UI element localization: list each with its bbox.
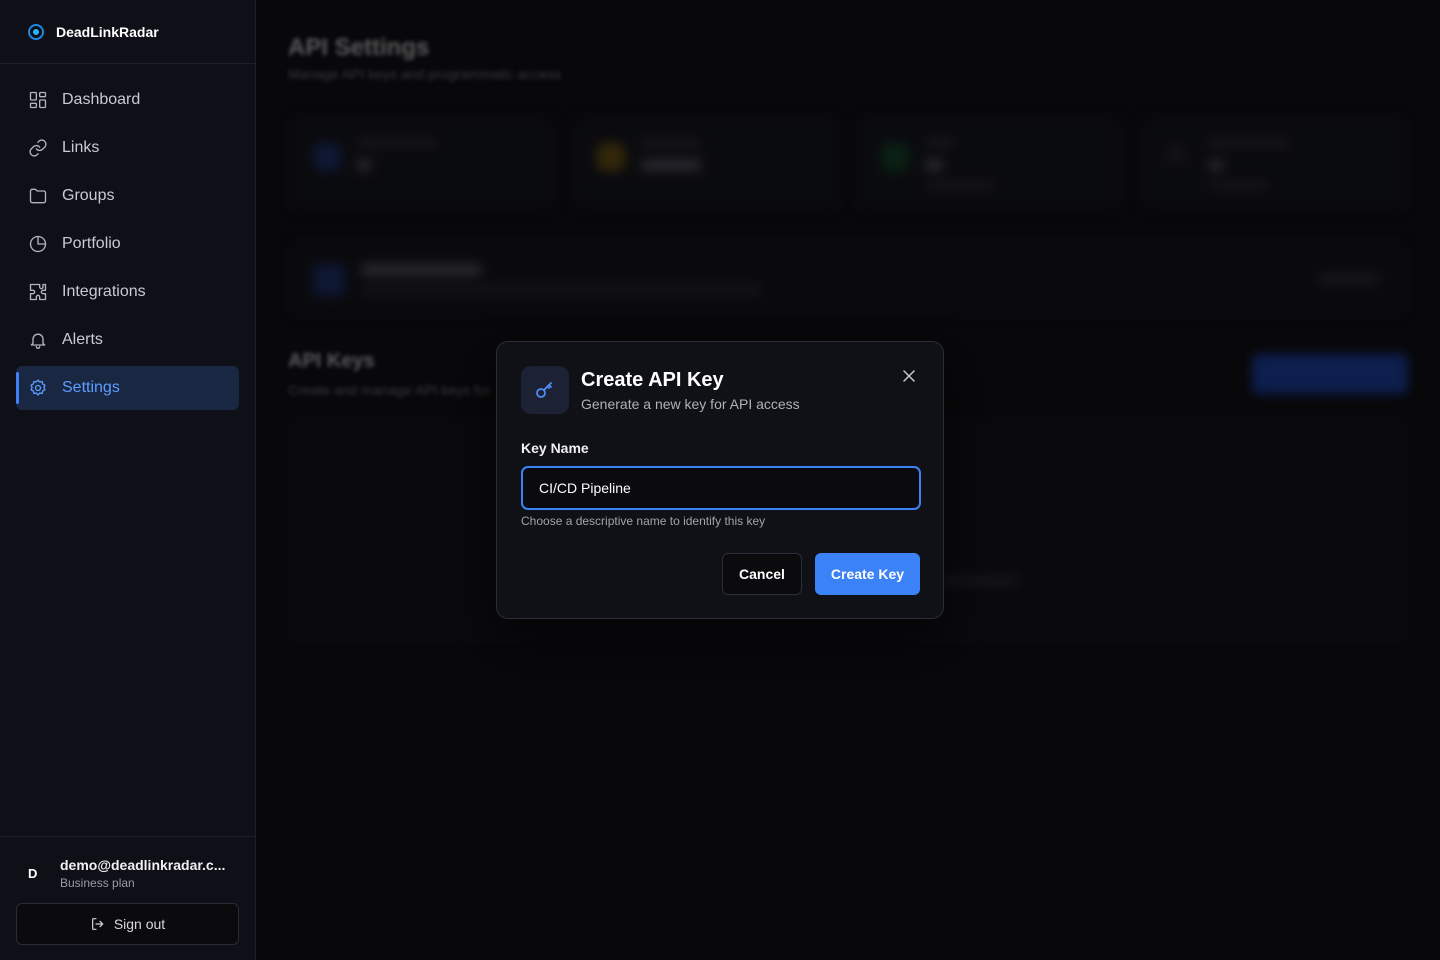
sidebar-item-links[interactable]: Links [16, 126, 239, 170]
bell-icon [30, 333, 46, 349]
user-plan: Business plan [60, 875, 135, 890]
brand-name: DeadLinkRadar [56, 23, 159, 40]
brand[interactable]: DeadLinkRadar [0, 0, 255, 64]
sidebar-item-settings[interactable]: Settings [16, 366, 239, 410]
grid-icon [29, 91, 47, 109]
cancel-button[interactable]: Cancel [722, 553, 802, 595]
puzzle-icon [29, 283, 47, 301]
create-key-button[interactable]: Create Key [815, 553, 920, 595]
create-api-key-dialog: Create API Key Generate a new key for AP… [496, 341, 944, 619]
sidebar-item-groups[interactable]: Groups [16, 174, 239, 218]
radar-icon [28, 23, 44, 40]
sidebar-item-integrations[interactable]: Integrations [16, 270, 239, 314]
dialog-subtitle: Generate a new key for API access [581, 396, 800, 412]
key-name-help: Choose a descriptive name to identify th… [521, 514, 766, 528]
sidebar-item-alerts[interactable]: Alerts [16, 318, 239, 362]
key-name-input[interactable] [521, 466, 921, 510]
user-panel: D demo@deadlinkradar.c... Business plan … [0, 836, 255, 960]
sidebar-nav: Dashboard Links Groups Portfolio Integra… [0, 64, 255, 410]
sidebar-item-label: Groups [62, 187, 115, 204]
sidebar-item-label: Alerts [62, 331, 103, 348]
close-icon [903, 370, 915, 382]
sidebar-item-dashboard[interactable]: Dashboard [16, 78, 239, 122]
link-icon [29, 139, 47, 157]
user-info[interactable]: D demo@deadlinkradar.c... Business plan [16, 853, 239, 893]
dialog-title: Create API Key [581, 369, 724, 391]
sidebar: DeadLinkRadar Dashboard Links Groups Por… [0, 0, 256, 960]
key-name-label: Key Name [521, 440, 589, 456]
sign-out-label: Sign out [113, 916, 166, 932]
sidebar-item-label: Settings [62, 379, 120, 396]
sidebar-item-label: Dashboard [62, 91, 141, 108]
folder-icon [29, 188, 47, 204]
sign-out-button[interactable]: Sign out [16, 903, 239, 945]
logout-icon [91, 918, 104, 930]
sidebar-item-label: Links [62, 139, 100, 156]
user-email: demo@deadlinkradar.c... [60, 856, 226, 873]
pie-chart-icon [29, 235, 47, 253]
close-button[interactable] [899, 366, 919, 386]
avatar: D [28, 865, 38, 881]
sidebar-item-label: Integrations [62, 283, 146, 300]
sidebar-item-label: Portfolio [62, 235, 121, 252]
key-icon [521, 366, 569, 414]
gear-icon [30, 379, 46, 396]
sidebar-item-portfolio[interactable]: Portfolio [16, 222, 239, 266]
